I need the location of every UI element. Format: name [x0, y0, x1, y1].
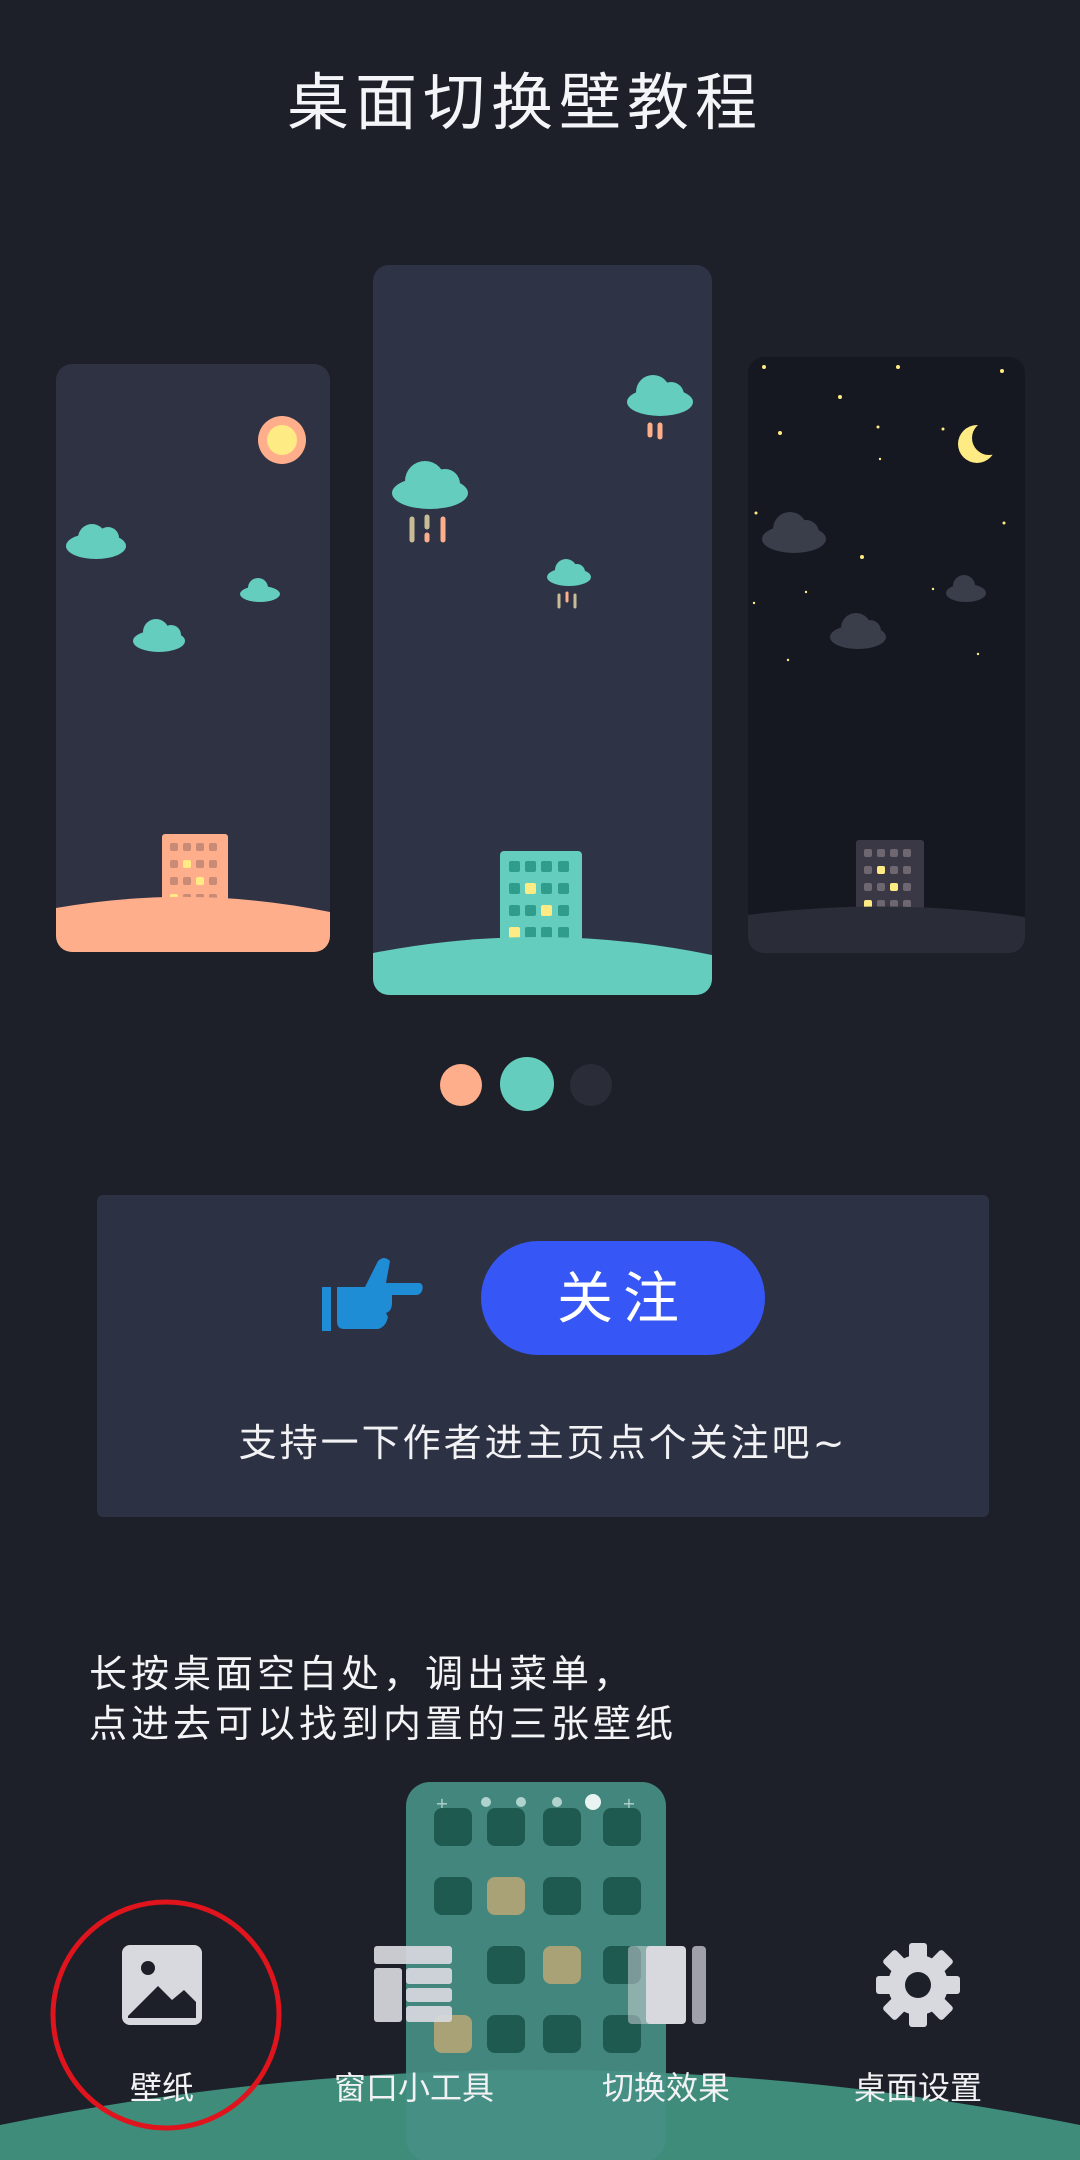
menu-item-wallpaper[interactable]: 壁纸	[52, 2063, 272, 2109]
gear-icon	[876, 1943, 960, 2027]
cloud-icon	[392, 375, 693, 586]
pointing-hand-icon	[322, 1258, 423, 1331]
menu-item-widgets[interactable]: 窗口小工具	[304, 2063, 524, 2109]
moon-icon	[958, 421, 1006, 463]
transition-icon	[628, 1946, 706, 2024]
follow-button[interactable]: 关注	[481, 1241, 765, 1355]
cloud-icon	[762, 512, 986, 649]
follow-hint-text: 支持一下作者进主页点个关注吧~	[238, 1421, 848, 1465]
sun-icon	[258, 416, 306, 464]
page-dot-2-active[interactable]	[500, 1057, 554, 1111]
page-title: 桌面切换壁教程	[286, 66, 763, 139]
image-icon	[122, 1945, 202, 2025]
instruction-line-1: 长按桌面空白处，调出菜单，	[89, 1652, 636, 1696]
cloud-icon	[66, 524, 280, 652]
widgets-icon	[374, 1946, 452, 2022]
wallpaper-preview-rain[interactable]	[373, 265, 712, 995]
menu-item-desktop-settings[interactable]: 桌面设置	[808, 2063, 1028, 2109]
rain-icon	[409, 422, 663, 609]
menu-item-transition[interactable]: 切换效果	[556, 2063, 776, 2109]
page-dot-3[interactable]	[570, 1064, 612, 1106]
instruction-line-2: 点进去可以找到内置的三张壁纸	[89, 1702, 678, 1746]
wallpaper-preview-day[interactable]	[56, 364, 330, 952]
page-dot-1[interactable]	[440, 1064, 482, 1106]
wallpaper-preview-night[interactable]	[748, 357, 1025, 953]
